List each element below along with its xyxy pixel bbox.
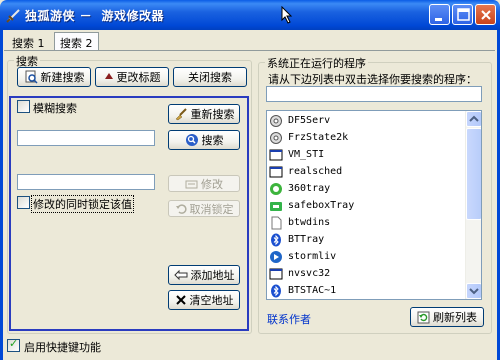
list-item[interactable]: btwdins — [269, 214, 330, 231]
lock-on-modify-checkbox[interactable] — [17, 196, 30, 209]
change-title-button[interactable]: 更改标题 — [95, 67, 169, 87]
process-list[interactable]: DF5Serv FrzState2k VM_STI realsched 360t… — [266, 110, 482, 300]
scroll-up-button[interactable] — [466, 111, 481, 127]
bluetooth-icon — [271, 284, 281, 297]
close-search-label: 关闭搜索 — [188, 71, 232, 84]
gear-icon — [270, 114, 282, 127]
search-icon — [185, 134, 198, 146]
mouse-cursor-icon — [281, 6, 293, 24]
minimize-icon — [435, 18, 442, 21]
search-button[interactable]: 搜索 — [168, 130, 240, 150]
hotkey-checkbox[interactable] — [7, 337, 20, 352]
close-search-button[interactable]: 关闭搜索 — [173, 67, 247, 87]
research-button[interactable]: 重新搜索 — [168, 104, 240, 124]
window-title: 独孤游侠 － 游戏修改器 — [25, 9, 165, 23]
fuzzy-search-checkbox[interactable] — [17, 100, 30, 113]
add-address-label: 添加地址 — [190, 269, 235, 282]
modify-label: 修改 — [201, 177, 223, 191]
process-list-scrollbar[interactable] — [465, 111, 481, 299]
broom-icon — [175, 108, 187, 121]
tab-search-2[interactable]: 搜索 2 — [54, 32, 99, 51]
contact-author-link[interactable]: 联系作者 — [267, 311, 311, 327]
refresh-list-label: 刷新列表 — [433, 311, 477, 324]
safebox-icon — [270, 201, 282, 211]
tab-search-1[interactable]: 搜索 1 — [7, 33, 50, 51]
list-item[interactable]: BTSTAC~1 — [269, 282, 336, 299]
change-title-label: 更改标题 — [116, 71, 161, 84]
bluetooth-icon — [271, 233, 281, 246]
title-bar[interactable]: 独孤游侠 － 游戏修改器 — [0, 0, 500, 30]
minimize-button[interactable] — [429, 4, 450, 25]
list-item[interactable]: BTTray — [269, 231, 324, 248]
undo-icon — [175, 203, 187, 214]
window-icon — [269, 149, 283, 160]
fuzzy-search-label: 模糊搜索 — [33, 102, 77, 115]
window-icon — [269, 268, 283, 279]
keyboard-icon — [185, 180, 198, 188]
list-item[interactable]: QQ — [269, 299, 300, 300]
storm-icon — [270, 250, 282, 263]
research-label: 重新搜索 — [190, 108, 235, 121]
window-icon — [269, 166, 283, 177]
search-label: 搜索 — [201, 134, 224, 147]
selected-process-field[interactable] — [266, 86, 482, 102]
list-item[interactable]: FrzState2k — [269, 129, 348, 146]
window-frame-left — [0, 30, 3, 360]
process-group-label: 系统正在运行的程序 — [265, 55, 368, 71]
scroll-thumb[interactable] — [466, 128, 481, 220]
list-item[interactable]: DF5Serv — [269, 112, 330, 129]
new-search-icon — [25, 70, 38, 84]
hotkey-label: 启用快捷键功能 — [24, 341, 101, 354]
sword-app-icon — [6, 9, 20, 23]
clear-address-button[interactable]: 清空地址 — [168, 290, 240, 310]
gear-icon — [270, 131, 282, 144]
cancel-lock-label: 取消锁定 — [189, 202, 234, 216]
new-search-button[interactable]: 新建搜索 — [17, 67, 91, 87]
360-shield-icon — [270, 182, 282, 195]
list-item[interactable]: stormliv — [269, 248, 336, 265]
list-item[interactable]: 360tray — [269, 180, 330, 197]
chevron-down-icon — [469, 288, 479, 295]
cancel-lock-button[interactable]: 取消锁定 — [168, 200, 240, 217]
modify-button[interactable]: 修改 — [168, 175, 240, 192]
close-icon — [481, 10, 491, 20]
search-value-input[interactable] — [17, 130, 155, 146]
list-item[interactable]: VM_STI — [269, 146, 324, 163]
maximize-button[interactable] — [452, 4, 473, 25]
add-address-icon — [173, 269, 187, 281]
refresh-list-button[interactable]: 刷新列表 — [410, 307, 484, 327]
up-arrow-icon — [104, 73, 113, 79]
maximize-icon — [457, 8, 470, 21]
modify-value-input[interactable] — [17, 174, 155, 190]
scroll-down-button[interactable] — [466, 283, 481, 299]
clear-address-label: 清空地址 — [189, 294, 234, 307]
list-item[interactable]: realsched — [269, 163, 342, 180]
refresh-icon — [417, 311, 430, 323]
chevron-up-icon — [469, 115, 479, 122]
list-item[interactable]: safeboxTray — [269, 197, 354, 214]
document-icon — [271, 216, 282, 229]
close-button[interactable] — [475, 4, 496, 25]
lock-on-modify-label: 修改的同时锁定该值 — [31, 195, 134, 213]
new-search-label: 新建搜索 — [40, 71, 85, 84]
process-instruction: 请从下边列表中双击选择你要搜索的程序： — [268, 73, 477, 86]
list-item[interactable]: nvsvc32 — [269, 265, 330, 282]
add-address-button[interactable]: 添加地址 — [168, 265, 240, 285]
clear-x-icon — [175, 295, 186, 305]
tab-divider — [4, 50, 495, 51]
